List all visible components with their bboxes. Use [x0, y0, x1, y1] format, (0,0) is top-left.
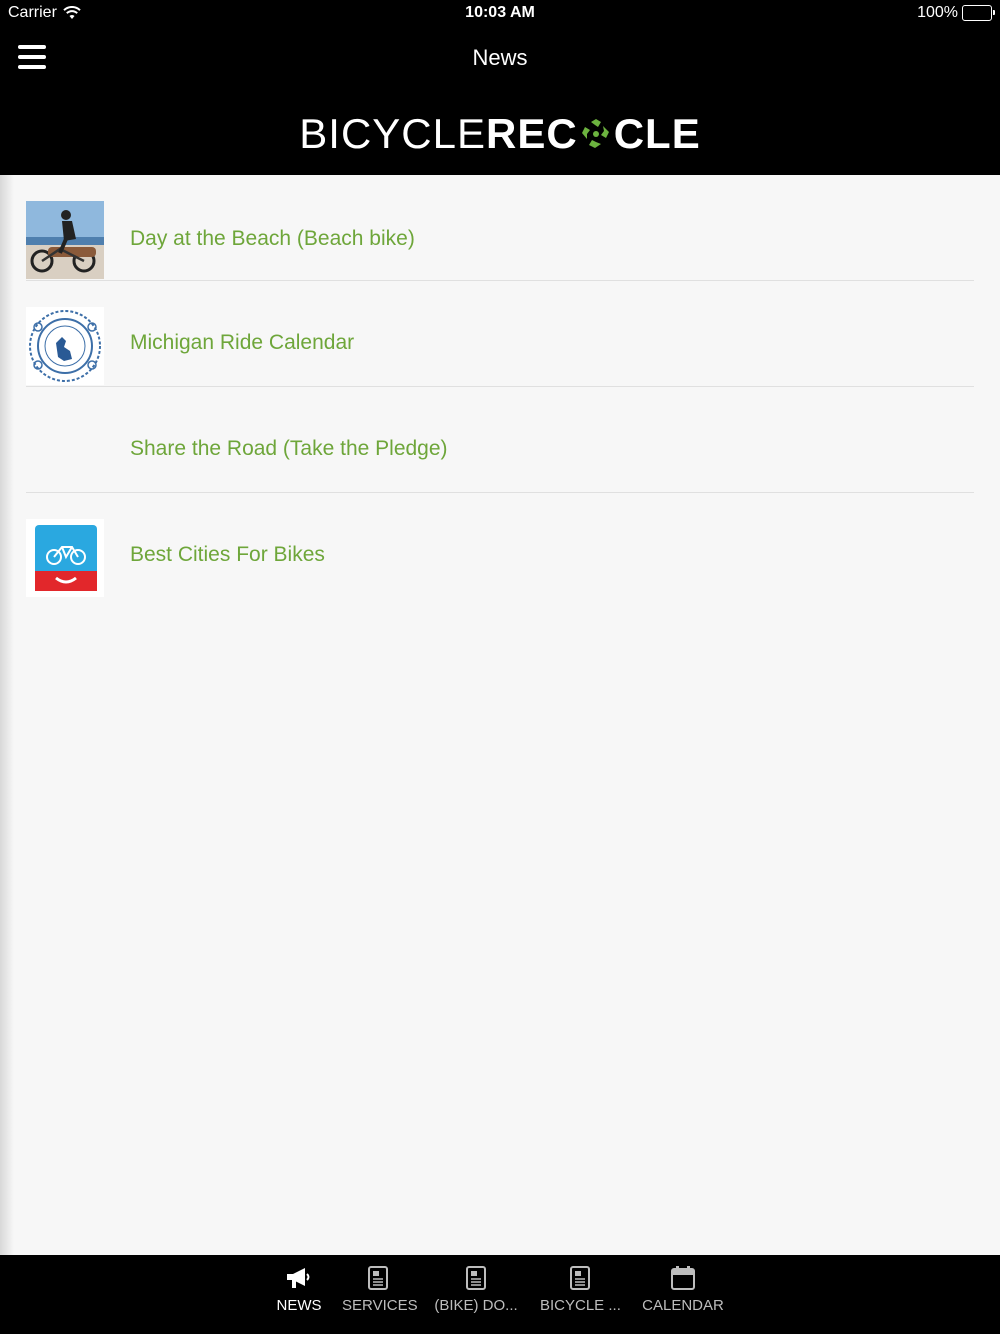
tab-bicycle[interactable]: BICYCLE ...: [540, 1265, 621, 1314]
battery-percent: 100%: [917, 4, 958, 21]
tab-label: NEWS: [276, 1297, 322, 1314]
tab-bar: NEWS SERVICES (BIKE) DO... BICYCLE ... C…: [0, 1255, 1000, 1334]
tab-calendar[interactable]: CALENDAR: [640, 1265, 726, 1314]
tab-label: SERVICES: [342, 1297, 418, 1314]
document-icon: [368, 1266, 388, 1290]
news-item-title: Michigan Ride Calendar: [130, 331, 355, 354]
page-title: News: [472, 45, 528, 70]
tab-label: BICYCLE ...: [540, 1297, 621, 1314]
list-item[interactable]: Share the Road (Take the Pledge): [26, 387, 974, 493]
news-list: Day at the Beach (Beach bike) Michigan R…: [26, 175, 974, 598]
document-icon: [570, 1266, 590, 1290]
calendar-icon: [671, 1266, 695, 1290]
bicycle-recycle-logo: BICYCLE REC CLE: [299, 110, 701, 157]
news-item-title: Share the Road (Take the Pledge): [130, 437, 448, 460]
status-bar: Carrier 10:03 AM 100%: [0, 0, 1000, 28]
megaphone-icon: [287, 1268, 310, 1288]
document-icon: [466, 1266, 486, 1290]
recycle-icon: [581, 119, 609, 148]
clock: 10:03 AM: [465, 4, 535, 21]
beach-bike-thumbnail: [26, 201, 104, 279]
list-item[interactable]: Best Cities For Bikes: [26, 493, 974, 598]
tab-news[interactable]: NEWS: [270, 1265, 328, 1314]
side-shadow: [0, 175, 14, 1255]
list-item[interactable]: Day at the Beach (Beach bike): [26, 175, 974, 281]
michigan-seal-thumbnail: [26, 307, 104, 385]
news-item-title: Best Cities For Bikes: [130, 543, 325, 566]
list-item[interactable]: Michigan Ride Calendar: [26, 281, 974, 387]
bike-app-thumbnail: [26, 519, 104, 597]
tab-services[interactable]: SERVICES: [342, 1265, 418, 1314]
battery-indicator: 100%: [917, 4, 995, 22]
tab-bike-do[interactable]: (BIKE) DO...: [434, 1265, 518, 1314]
battery-icon: [962, 5, 995, 21]
navigation-bar: News BICYCLE REC CLE: [0, 28, 1000, 175]
tab-label: CALENDAR: [642, 1297, 724, 1314]
news-item-title: Day at the Beach (Beach bike): [130, 227, 415, 250]
tab-label: (BIKE) DO...: [434, 1297, 518, 1314]
